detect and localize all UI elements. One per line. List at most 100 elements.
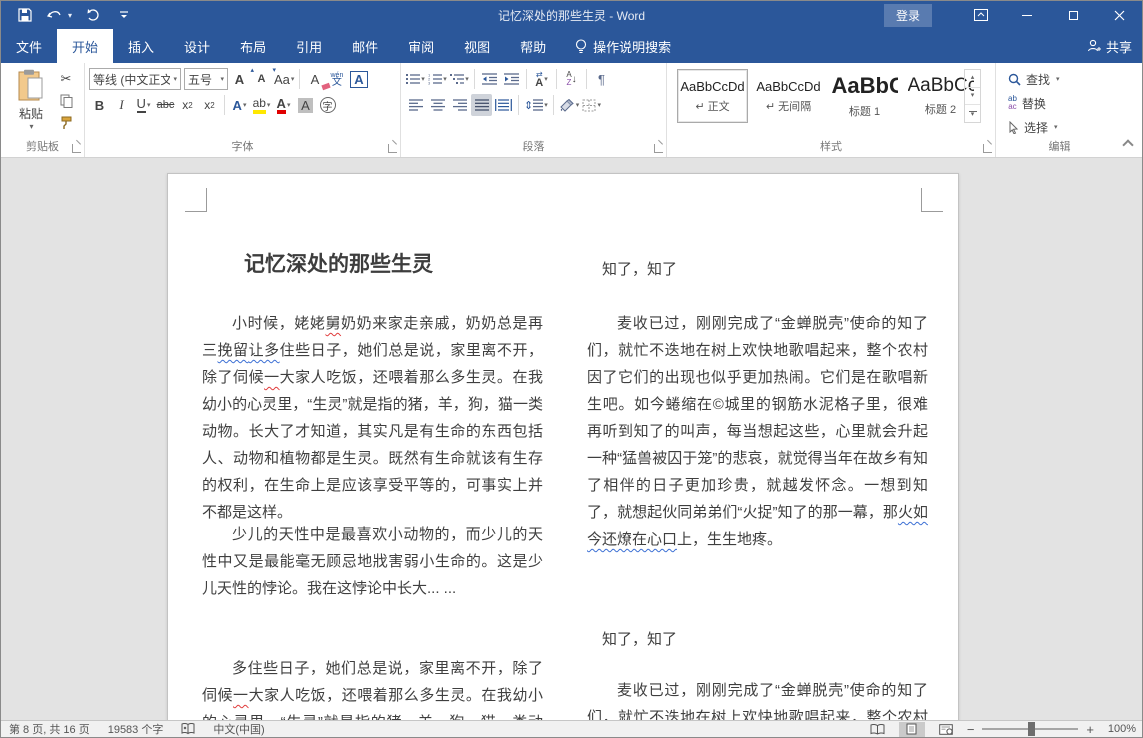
save-icon[interactable]	[17, 7, 33, 23]
underline-caret-icon[interactable]: ▾	[147, 101, 151, 109]
styles-more-icon[interactable]: ▾	[965, 105, 980, 122]
tab-home[interactable]: 开始	[57, 29, 113, 63]
tab-insert[interactable]: 插入	[113, 29, 169, 63]
change-case-button[interactable]: Aa▾	[273, 68, 295, 90]
highlight-color-button[interactable]: ab▾	[251, 94, 272, 116]
justify-button[interactable]	[471, 94, 492, 116]
font-color-button[interactable]: A▾	[273, 94, 294, 116]
italic-button[interactable]: I	[111, 94, 132, 116]
shrink-font-button[interactable]: A▾	[251, 68, 272, 90]
redo-icon[interactable]	[86, 7, 102, 23]
minimize-button[interactable]	[1004, 1, 1050, 29]
maximize-button[interactable]	[1050, 1, 1096, 29]
customize-qat-icon[interactable]	[116, 7, 132, 23]
align-center-button[interactable]	[427, 94, 448, 116]
document-area[interactable]: 记忆深处的那些生灵 小时候，姥姥舅奶奶来家走亲戚，奶奶总是再三挽留让多住些日子，…	[1, 158, 1142, 723]
strikethrough-button[interactable]: abc	[155, 94, 176, 116]
superscript-button[interactable]: x2	[199, 94, 220, 116]
web-layout-icon[interactable]	[933, 722, 959, 737]
style-name: 标题 1	[849, 103, 880, 119]
style-normal[interactable]: AaBbCcDd ↵ 正文	[677, 69, 748, 123]
font-name-combo[interactable]: 等线 (中文正文 ▾	[89, 68, 181, 90]
lightbulb-icon	[575, 39, 587, 54]
character-shading-button[interactable]: A	[295, 94, 316, 116]
style-preview: AaBbCcDd	[680, 79, 746, 94]
language-indicator[interactable]: 中文(中国)	[213, 721, 264, 737]
document-title: 记忆深处的那些生灵	[202, 250, 543, 280]
subscript-button[interactable]: x2	[177, 94, 198, 116]
decrease-indent-button[interactable]	[479, 68, 500, 90]
find-button[interactable]: 查找 ▾	[1008, 69, 1060, 89]
format-painter-icon[interactable]	[57, 115, 75, 131]
replace-button[interactable]: ab ac 替换	[1008, 93, 1060, 113]
multilevel-list-button[interactable]: ▾	[449, 68, 470, 90]
quick-access-toolbar: ▾	[1, 7, 132, 23]
zoom-out-button[interactable]: −	[967, 722, 975, 737]
close-button[interactable]	[1096, 1, 1142, 29]
login-button[interactable]: 登录	[884, 4, 932, 27]
bold-button[interactable]: B	[89, 94, 110, 116]
undo-icon[interactable]	[47, 7, 63, 23]
print-layout-icon[interactable]	[899, 722, 925, 737]
share-button[interactable]: 共享	[1087, 29, 1132, 63]
page-indicator[interactable]: 第 8 页, 共 16 页	[9, 721, 90, 737]
zoom-slider-thumb[interactable]	[1028, 722, 1035, 736]
show-hide-marks-button[interactable]: ¶	[591, 68, 612, 90]
styles-scroll-down-icon[interactable]: ▾	[965, 88, 980, 106]
asian-layout-button[interactable]: ⇄A ▾	[531, 68, 552, 90]
proofing-icon[interactable]	[181, 723, 195, 735]
styles-scroll-up-icon[interactable]: ▴	[965, 70, 980, 88]
style-heading1[interactable]: AaBbCcDd 标题 1	[829, 69, 900, 123]
font-name-caret-icon: ▾	[173, 75, 177, 83]
distribute-button[interactable]	[493, 94, 514, 116]
zoom-slider[interactable]	[982, 728, 1078, 730]
shading-button[interactable]: ▾	[558, 94, 581, 116]
section-heading: 知了，知了	[587, 626, 928, 653]
font-size-combo[interactable]: 五号 ▾	[184, 68, 228, 90]
font-dialog-launcher-icon[interactable]	[388, 144, 397, 153]
collapse-ribbon-icon[interactable]	[1122, 139, 1133, 150]
tab-layout[interactable]: 布局	[225, 29, 281, 63]
paste-dropdown-icon[interactable]: ▾	[10, 122, 53, 131]
styles-gallery-scroll: ▴ ▾ ▾	[964, 69, 981, 123]
clear-formatting-button[interactable]: A	[304, 68, 325, 90]
line-spacing-button[interactable]: ⇕ ▾	[523, 94, 549, 116]
section-heading: 知了，知了	[587, 256, 928, 283]
undo-dropdown-icon[interactable]: ▾	[68, 11, 72, 20]
text-effects-button[interactable]: A▾	[229, 94, 250, 116]
tab-view[interactable]: 视图	[449, 29, 505, 63]
character-border-button[interactable]: A	[348, 68, 369, 90]
zoom-in-button[interactable]: +	[1086, 722, 1094, 737]
underline-button[interactable]: U	[137, 97, 146, 113]
tab-review[interactable]: 审阅	[393, 29, 449, 63]
cut-icon[interactable]: ✂	[57, 71, 75, 87]
style-no-spacing[interactable]: AaBbCcDd ↵ 无间隔	[753, 69, 824, 123]
borders-button[interactable]: ▾	[581, 94, 602, 116]
read-mode-icon[interactable]	[865, 722, 891, 737]
align-left-button[interactable]	[405, 94, 426, 116]
zoom-percentage[interactable]: 100%	[1102, 723, 1136, 735]
tab-mailings[interactable]: 邮件	[337, 29, 393, 63]
enclose-characters-button[interactable]: 字	[317, 94, 338, 116]
numbering-button[interactable]: 123 ▾	[427, 68, 448, 90]
tab-help[interactable]: 帮助	[505, 29, 561, 63]
align-right-button[interactable]	[449, 94, 470, 116]
paste-button[interactable]: 粘贴 ▾	[9, 69, 53, 131]
clipboard-dialog-launcher-icon[interactable]	[72, 144, 81, 153]
find-label: 查找	[1026, 71, 1050, 88]
ribbon-display-options-icon[interactable]	[958, 1, 1004, 29]
tab-file[interactable]: 文件	[1, 29, 57, 63]
tell-me-search[interactable]: 操作说明搜索	[561, 29, 685, 63]
tab-references[interactable]: 引用	[281, 29, 337, 63]
word-count[interactable]: 19583 个字	[108, 721, 164, 737]
grow-font-button[interactable]: A▴	[229, 68, 250, 90]
tab-design[interactable]: 设计	[169, 29, 225, 63]
styles-dialog-launcher-icon[interactable]	[983, 144, 992, 153]
document-page[interactable]: 记忆深处的那些生灵 小时候，姥姥舅奶奶来家走亲戚，奶奶总是再三挽留让多住些日子，…	[167, 173, 959, 723]
select-button[interactable]: 选择 ▾	[1008, 117, 1060, 137]
sort-button[interactable]: AZ ↓	[561, 68, 582, 90]
increase-indent-button[interactable]	[501, 68, 522, 90]
bullets-button[interactable]: ▾	[405, 68, 426, 90]
copy-icon[interactable]	[57, 93, 75, 109]
paragraph-dialog-launcher-icon[interactable]	[654, 144, 663, 153]
